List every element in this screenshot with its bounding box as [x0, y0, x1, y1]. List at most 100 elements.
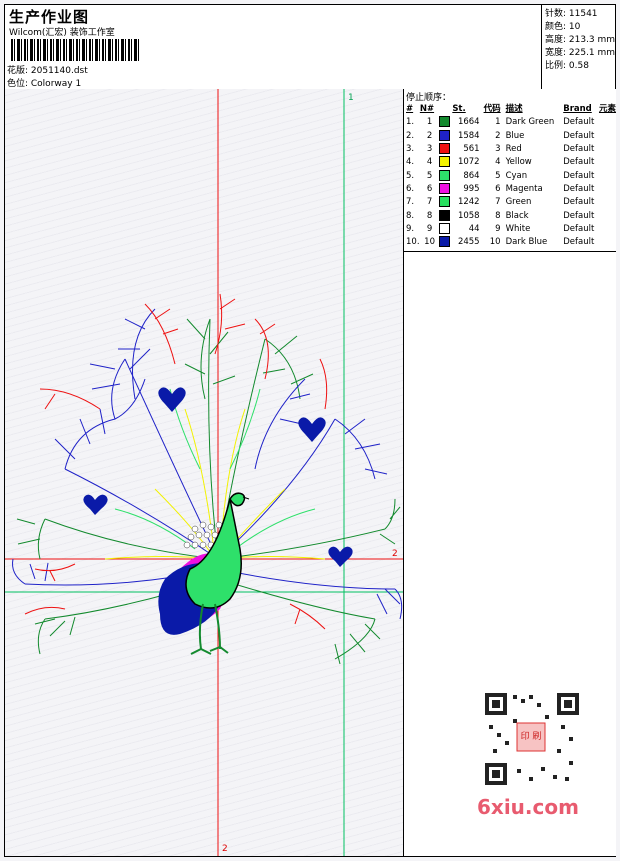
color-row-description: Magenta: [505, 183, 543, 194]
color-row-description: Dark Green: [505, 117, 555, 128]
color-row-element: [599, 209, 616, 222]
col-brand: Brand: [563, 104, 592, 115]
color-swatch: [439, 143, 452, 156]
color-row-index: 6.: [406, 183, 415, 194]
color-row-code: 8: [495, 210, 501, 221]
color-row-code: 2: [495, 130, 501, 141]
studio-name: Wilcom(汇宏) 装饰工作室: [9, 28, 115, 38]
color-swatch: [439, 196, 452, 209]
stop-sequence-label: 停止顺序：: [406, 93, 452, 103]
color-row-element: [599, 156, 616, 169]
color-swatch-box: [439, 129, 451, 141]
design-width: 宽度: 225.1 mm: [545, 48, 616, 58]
color-row: 3. 3 561 3 Red Default: [404, 143, 616, 156]
color-row-element: [599, 183, 616, 196]
color-row: 2. 2 1584 2 Blue Default: [404, 129, 616, 143]
design-scale: 比例: 0.58: [545, 61, 589, 71]
page-title: 生产作业图: [9, 8, 90, 26]
color-row-index: 9.: [406, 223, 415, 234]
header: 生产作业图 Wilcom(汇宏) 装饰工作室 花版: 2051140.dst 色…: [5, 5, 615, 90]
color-row-description: White: [505, 223, 531, 234]
color-row-number: 8: [426, 210, 433, 221]
color-row-code: 4: [495, 157, 501, 168]
color-row-index: 8.: [406, 210, 415, 221]
color-row-description: Cyan: [505, 170, 528, 181]
col-idx: #: [406, 104, 414, 115]
color-swatch-box: [439, 169, 451, 181]
color-swatch-box: [439, 182, 451, 194]
color-row-stitches: 1242: [457, 197, 480, 208]
col-element: 元素: [598, 104, 616, 115]
color-row-code: 9: [495, 223, 501, 234]
color-swatch-box: [439, 222, 451, 234]
color-row-description: Green: [505, 197, 532, 208]
col-code: 代码: [483, 104, 501, 115]
color-swatch: [439, 182, 452, 196]
color-row-code: 3: [495, 144, 501, 155]
color-row-element: [599, 223, 616, 236]
color-row-brand: Default: [563, 157, 595, 168]
color-row-code: 6: [495, 183, 501, 194]
col-stitches: St.: [452, 104, 466, 115]
color-swatch-box: [439, 156, 451, 168]
color-row-element: [599, 169, 616, 182]
color-row-brand: Default: [563, 223, 595, 234]
color-row-index: 4.: [406, 157, 415, 168]
color-row-element: [599, 236, 616, 249]
color-row-description: Red: [505, 144, 522, 155]
stitch-count: 针数: 11541: [545, 9, 598, 19]
color-swatch: [439, 169, 452, 182]
color-row: 4. 4 1072 4 Yellow Default: [404, 156, 616, 169]
design-height: 高度: 213.3 mm: [545, 35, 616, 45]
col-no: N#: [419, 104, 435, 115]
col-swatch: [439, 103, 452, 116]
color-row: 5. 5 864 5 Cyan Default: [404, 169, 616, 182]
color-row-number: 2: [426, 130, 433, 141]
color-table: # N# St. 代码 描述 Brand 元素 1. 1 1664 1 Dark Gre…: [404, 103, 616, 249]
qr-code: 印 刷: [477, 689, 581, 789]
color-row: 10. 10 2455 10 Dark Blue Default: [404, 236, 616, 249]
color-row-brand: Default: [563, 117, 595, 128]
design-file-label: 花版: 2051140.dst: [7, 66, 88, 76]
color-row-number: 9: [426, 223, 433, 234]
color-swatch: [439, 209, 452, 222]
barcode: [11, 39, 141, 61]
colorway-label: 色位: Colorway 1: [7, 79, 82, 89]
color-row-index: 7.: [406, 197, 415, 208]
color-swatch-box: [439, 236, 451, 248]
color-row-stitches: 1664: [457, 117, 480, 128]
color-row-number: 7: [426, 197, 433, 208]
color-count: 颜色: 10: [545, 22, 581, 32]
color-row: 7. 7 1242 7 Green Default: [404, 196, 616, 209]
color-row-brand: Default: [563, 210, 595, 221]
color-row-code: 1: [495, 117, 501, 128]
color-row-element: [599, 143, 616, 156]
production-sheet: 生产作业图 Wilcom(汇宏) 装饰工作室 花版: 2051140.dst 色…: [4, 4, 616, 857]
color-row-brand: Default: [563, 170, 595, 181]
color-row-brand: Default: [563, 197, 595, 208]
color-row-description: Yellow: [505, 157, 532, 168]
color-row-code: 5: [495, 170, 501, 181]
color-row: 1. 1 1664 1 Dark Green Default: [404, 116, 616, 129]
color-swatch: [439, 116, 452, 129]
color-swatch: [439, 222, 452, 236]
color-row-description: Blue: [505, 130, 525, 141]
color-row-element: [599, 196, 616, 209]
color-row-stitches: 1584: [457, 130, 480, 141]
color-row-brand: Default: [563, 130, 595, 141]
color-row-stitches: 44: [468, 223, 480, 234]
col-desc: 描述: [505, 104, 523, 115]
color-row-element: [599, 130, 616, 143]
color-row-number: 1: [426, 117, 433, 128]
color-row-code: 10: [489, 237, 501, 248]
color-row: 9. 9 44 9 White Default: [404, 222, 616, 236]
color-swatch: [439, 129, 452, 143]
color-row-stitches: 864: [463, 170, 480, 181]
peacock-embroidery: [5, 89, 403, 856]
color-row-index: 10.: [406, 237, 420, 248]
watermark: 6xiu.com: [477, 795, 579, 819]
color-row-brand: Default: [563, 237, 595, 248]
color-row-brand: Default: [563, 183, 595, 194]
color-row-stitches: 995: [463, 183, 480, 194]
color-row-code: 7: [495, 197, 501, 208]
